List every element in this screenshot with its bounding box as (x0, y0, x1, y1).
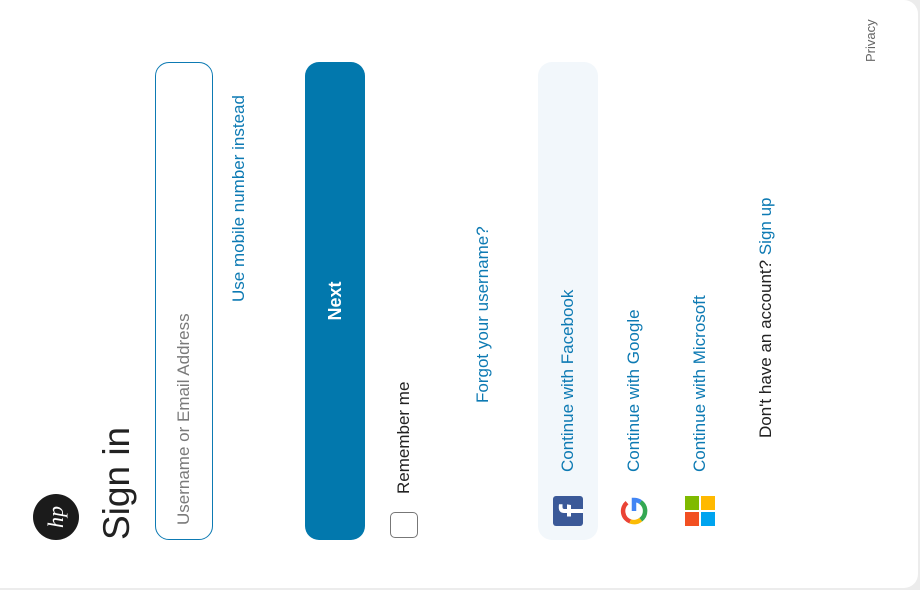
facebook-icon (553, 496, 583, 526)
sign-up-link[interactable]: Sign up (756, 198, 775, 256)
remember-me-label: Remember me (394, 381, 413, 494)
privacy-link[interactable]: Privacy (863, 19, 879, 62)
continue-with-microsoft-button[interactable]: Continue with Microsoft (684, 295, 716, 526)
facebook-label: Continue with Facebook (558, 289, 577, 472)
use-mobile-link[interactable]: Use mobile number instead (229, 95, 249, 302)
sign-in-content: hp Sign in Use mobile number instead Nex… (0, 0, 920, 540)
google-label: Continue with Google (624, 309, 643, 472)
next-button[interactable]: Next (305, 62, 365, 540)
continue-with-facebook-button[interactable]: Continue with Facebook (552, 290, 584, 526)
remember-me-checkbox[interactable] (390, 512, 418, 538)
hp-logo-icon: hp (33, 494, 79, 540)
signup-prompt: Don't have an account? (756, 259, 775, 438)
continue-with-google-button[interactable]: Continue with Google (618, 309, 650, 526)
svg-text:hp: hp (43, 506, 68, 528)
forgot-username-link[interactable]: Forgot your username? (473, 226, 493, 403)
microsoft-icon (685, 496, 715, 526)
username-input[interactable] (155, 62, 213, 540)
sign-in-card: hp Sign in Use mobile number instead Nex… (0, 0, 918, 588)
signup-line: Don't have an account? Sign up (756, 198, 776, 439)
page-title: Sign in (96, 426, 137, 540)
microsoft-label: Continue with Microsoft (690, 295, 709, 472)
google-icon (620, 497, 648, 525)
